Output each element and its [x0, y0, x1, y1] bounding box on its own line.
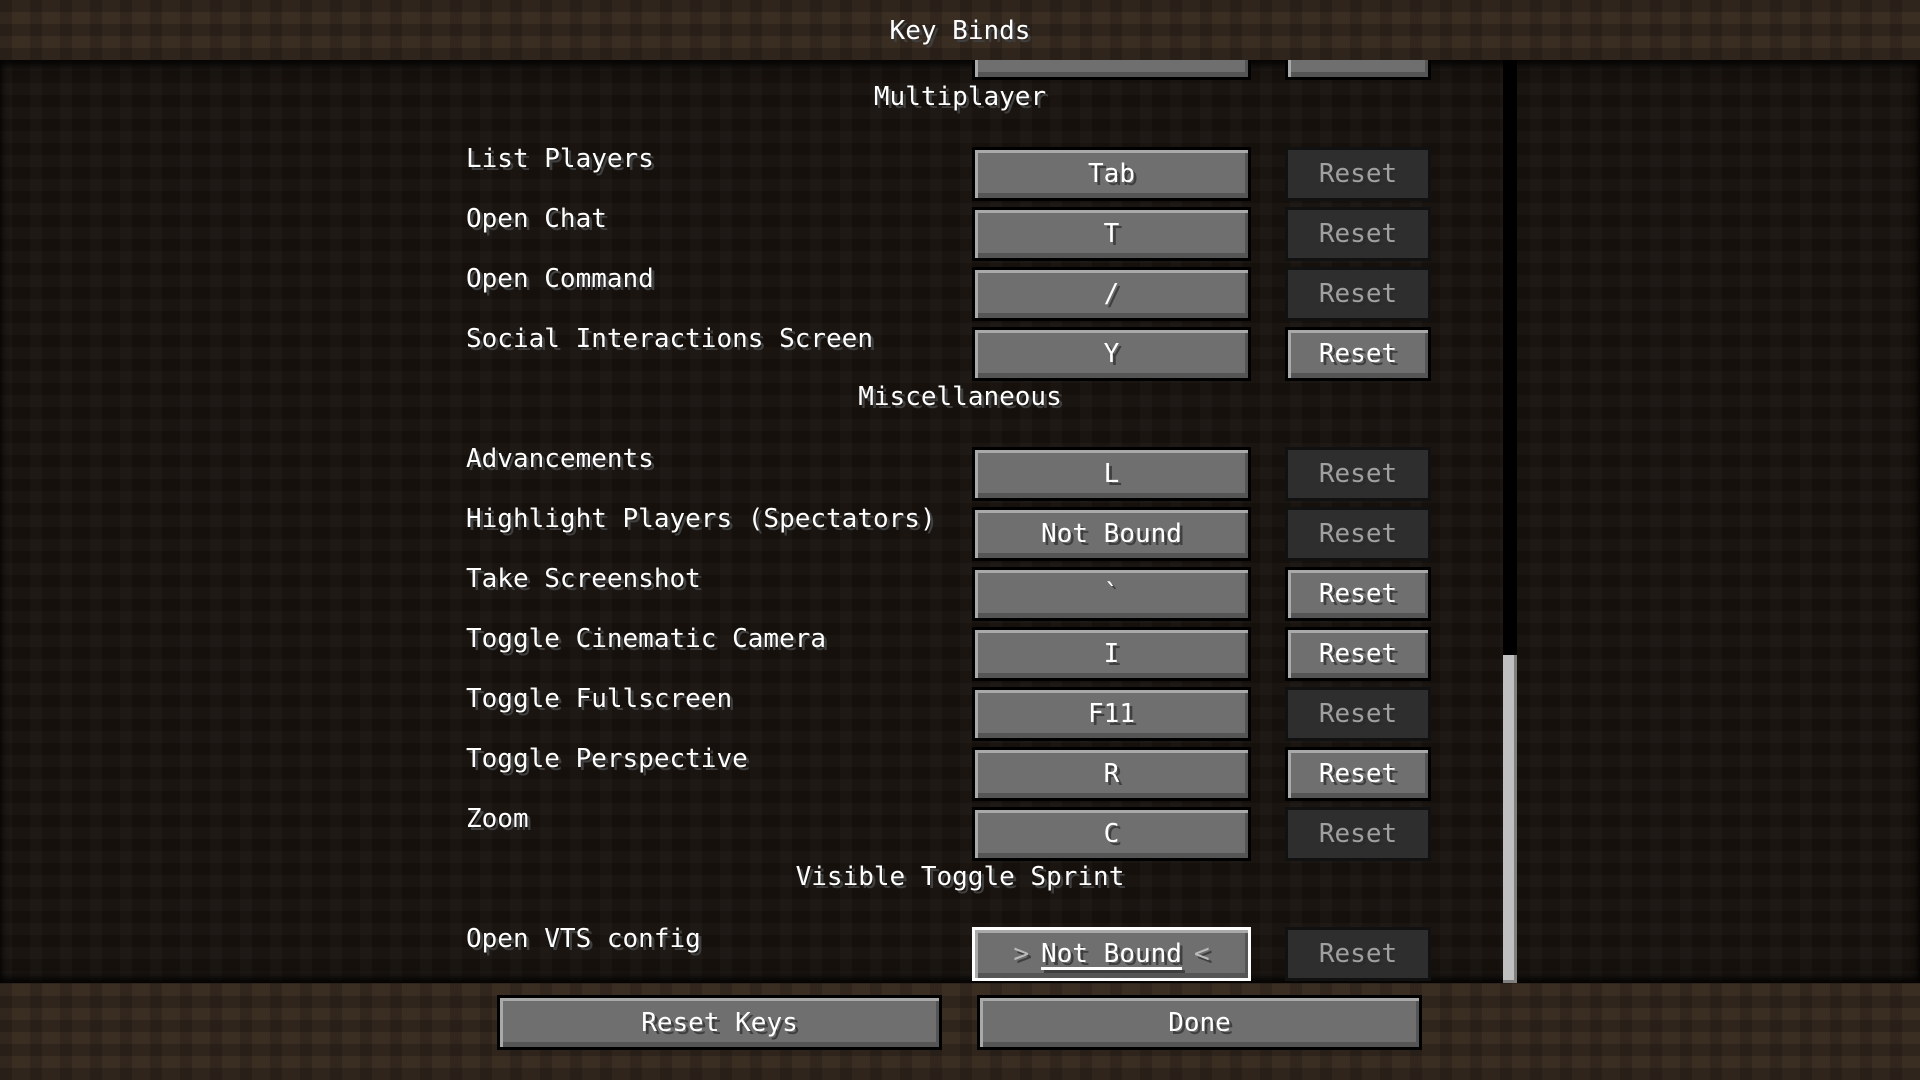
keybind-list[interactable]: Multiplayer List Players Tab Reset Open Chat… [0, 60, 1920, 983]
scrollbar-thumb[interactable] [1503, 655, 1517, 983]
keybind-label: Open Command [466, 264, 654, 294]
key-value: Not Bound [1041, 939, 1182, 969]
reset-button[interactable]: Reset [1285, 807, 1431, 861]
selection-marker-right: < [1193, 939, 1210, 969]
reset-button[interactable]: Reset [1285, 627, 1431, 681]
reset-button-partial[interactable] [1285, 60, 1431, 80]
keybind-label: Zoom [466, 804, 529, 834]
key-button[interactable]: Not Bound [972, 507, 1251, 561]
reset-button[interactable]: Reset [1285, 207, 1431, 261]
key-button[interactable]: F11 [972, 687, 1251, 741]
key-button-partial[interactable] [972, 60, 1251, 80]
key-button[interactable]: L [972, 447, 1251, 501]
reset-button[interactable]: Reset [1285, 687, 1431, 741]
key-value: I [1103, 639, 1120, 669]
keybind-label: Toggle Cinematic Camera [466, 624, 827, 654]
keybind-label: Highlight Players (Spectators) [466, 504, 936, 534]
key-value: L [1103, 459, 1120, 489]
key-button[interactable]: Y [972, 327, 1251, 381]
reset-button[interactable]: Reset [1285, 267, 1431, 321]
key-button[interactable]: I [972, 627, 1251, 681]
keybind-label: Advancements [466, 444, 654, 474]
key-value: C [1103, 819, 1120, 849]
key-value: R [1103, 759, 1120, 789]
category-header: Visible Toggle Sprint [795, 862, 1125, 892]
reset-button[interactable]: Reset [1285, 567, 1431, 621]
key-button[interactable]: Tab [972, 147, 1251, 201]
key-button[interactable]: / [972, 267, 1251, 321]
reset-button[interactable]: Reset [1285, 747, 1431, 801]
selection-marker-left: > [1013, 939, 1030, 969]
keybind-label: Social Interactions Screen [466, 324, 873, 354]
key-value: Not Bound [1041, 519, 1182, 549]
screen-title: Key Binds [889, 16, 1031, 46]
key-value: Y [1103, 339, 1120, 369]
key-button[interactable]: T [972, 207, 1251, 261]
key-button[interactable]: > Not Bound < [972, 927, 1251, 981]
key-value: Tab [1088, 159, 1135, 189]
key-value: T [1103, 219, 1120, 249]
category-header: Multiplayer [873, 82, 1047, 112]
keybind-label: Toggle Perspective [466, 744, 748, 774]
reset-keys-button[interactable]: Reset Keys [497, 995, 942, 1050]
keybind-label: Toggle Fullscreen [466, 684, 733, 714]
footer-bar [0, 983, 1920, 1080]
category-header: Miscellaneous [858, 382, 1062, 412]
reset-button[interactable]: Reset [1285, 507, 1431, 561]
key-button[interactable]: C [972, 807, 1251, 861]
key-button[interactable]: ` [972, 567, 1251, 621]
key-button[interactable]: R [972, 747, 1251, 801]
keybind-label: Take Screenshot [466, 564, 701, 594]
key-value: ` [1103, 579, 1120, 609]
reset-button[interactable]: Reset [1285, 147, 1431, 201]
reset-button[interactable]: Reset [1285, 927, 1431, 981]
keybind-label: Open VTS config [466, 924, 701, 954]
reset-button[interactable]: Reset [1285, 447, 1431, 501]
reset-button[interactable]: Reset [1285, 327, 1431, 381]
keybind-label: List Players [466, 144, 654, 174]
keybind-label: Open Chat [466, 204, 607, 234]
key-value: F11 [1088, 699, 1135, 729]
done-button[interactable]: Done [977, 995, 1422, 1050]
key-value: / [1103, 279, 1120, 309]
